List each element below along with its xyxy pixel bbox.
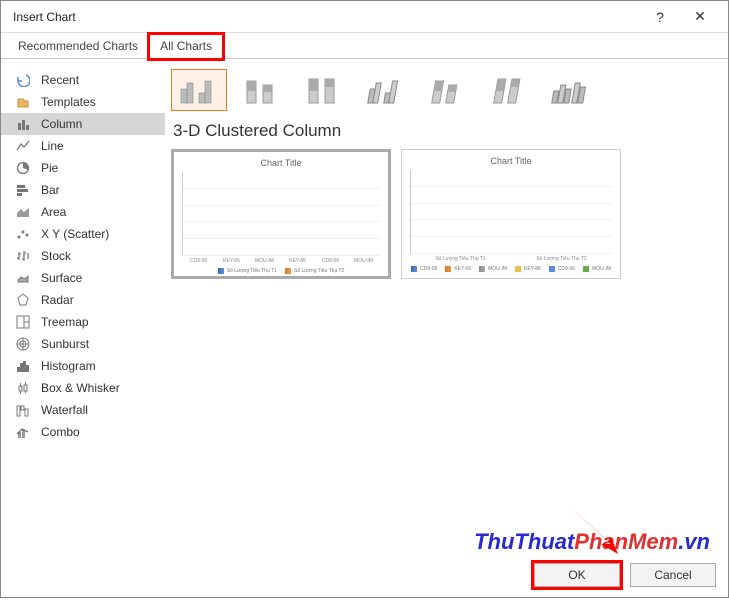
legend-label: CD9-06 [558,266,575,272]
sidebar-item-label: Box & Whisker [41,381,120,395]
sidebar-item-xy-scatter[interactable]: X Y (Scatter) [1,223,165,245]
sidebar-item-recent[interactable]: Recent [1,69,165,91]
radar-icon [15,292,31,308]
preview-1-legend: Số Lượng Tiêu Thụ T1 Số Lượng Tiêu Thụ T… [182,268,380,274]
sidebar-item-label: Histogram [41,359,96,373]
sidebar-item-label: Bar [41,183,60,197]
sidebar-item-radar[interactable]: Radar [1,289,165,311]
sidebar-item-label: Surface [41,271,82,285]
subtype-3d-100-stacked-column[interactable] [295,69,351,111]
chart-preview-2[interactable]: Chart Title Số Lượng Tiêu Thụ T1 Số Lượn… [401,149,621,279]
legend-label: KEY-86 [524,266,541,272]
recent-icon [15,72,31,88]
preview-2-legend: CD9-06 KEY-06 MOU-IM KEY-86 CD9-06 MOU-I… [410,266,612,272]
subtype-name: 3-D Clustered Column [173,121,714,141]
sidebar-item-label: Stock [41,249,71,263]
titlebar: Insert Chart ? ✕ [1,1,728,33]
sidebar-item-templates[interactable]: Templates [1,91,165,113]
legend-label: KEY-06 [454,266,471,272]
sidebar-item-treemap[interactable]: Treemap [1,311,165,333]
area-icon [15,204,31,220]
ok-button[interactable]: OK [534,563,620,587]
tab-recommended-charts[interactable]: Recommended Charts [7,34,149,59]
dialog-title: Insert Chart [13,10,640,24]
preview-1-chart [182,172,380,256]
stock-icon [15,248,31,264]
sidebar-item-label: Combo [41,425,80,439]
legend-label: Số Lượng Tiêu Thụ T1 [227,268,277,274]
sidebar-item-label: Area [41,205,66,219]
combo-icon [15,424,31,440]
sidebar-item-waterfall[interactable]: Waterfall [1,399,165,421]
surface-icon [15,270,31,286]
legend-label: MOU-IM [488,266,507,272]
templates-icon [15,94,31,110]
line-icon [15,138,31,154]
tab-strip: Recommended Charts All Charts [1,33,728,59]
preview-2-title: Chart Title [410,156,612,166]
close-button[interactable]: ✕ [680,3,720,31]
x-label: Số Lượng Tiêu Thụ T2 [511,256,612,262]
cancel-button[interactable]: Cancel [630,563,716,587]
sidebar-item-surface[interactable]: Surface [1,267,165,289]
waterfall-icon [15,402,31,418]
sidebar-item-box-whisker[interactable]: Box & Whisker [1,377,165,399]
sunburst-icon [15,336,31,352]
x-label: Số Lượng Tiêu Thụ T1 [410,256,511,262]
sidebar-item-label: Sunburst [41,337,89,351]
sidebar-item-label: Treemap [41,315,89,329]
sidebar-item-label: Waterfall [41,403,88,417]
sidebar-item-column[interactable]: Column [1,113,165,135]
sidebar-item-area[interactable]: Area [1,201,165,223]
preview-2-chart [410,170,612,254]
sidebar-item-label: Recent [41,73,79,87]
column-subtype-row [171,69,714,111]
sidebar-item-combo[interactable]: Combo [1,421,165,443]
dialog-footer: OK Cancel [534,563,716,587]
subtype-3d-column[interactable] [543,69,599,111]
subtype-3d-stacked-column-alt[interactable] [419,69,475,111]
treemap-icon [15,314,31,330]
subtype-3d-100-stacked-alt[interactable] [481,69,537,111]
column-icon [15,116,31,132]
chart-previews: Chart Title CD9-06KEY-06MOU-IMKEY-86CD9-… [171,149,714,279]
subtype-3d-stacked-column[interactable] [233,69,289,111]
preview-1-title: Chart Title [182,158,380,168]
subtype-3d-clustered-column-alt[interactable] [357,69,413,111]
sidebar-item-bar[interactable]: Bar [1,179,165,201]
legend-label: CD9-06 [420,266,437,272]
tab-all-charts[interactable]: All Charts [149,34,223,59]
sidebar-item-label: X Y (Scatter) [41,227,109,241]
scatter-icon [15,226,31,242]
sidebar-item-label: Column [41,117,82,131]
histogram-icon [15,358,31,374]
help-button[interactable]: ? [640,3,680,31]
legend-label: MOU-IM [592,266,611,272]
sidebar-item-sunburst[interactable]: Sunburst [1,333,165,355]
sidebar-item-label: Line [41,139,64,153]
subtype-3d-clustered-column[interactable] [171,69,227,111]
sidebar-item-pie[interactable]: Pie [1,157,165,179]
chart-content-area: 3-D Clustered Column Chart Title CD9-06K… [165,59,728,553]
legend-label: Số Lượng Tiêu Thụ T2 [294,268,344,274]
box-whisker-icon [15,380,31,396]
preview-2-xlabels: Số Lượng Tiêu Thụ T1 Số Lượng Tiêu Thụ T… [410,256,612,262]
chart-category-sidebar: Recent Templates Column Line Pie Bar [1,59,165,553]
sidebar-item-stock[interactable]: Stock [1,245,165,267]
sidebar-item-line[interactable]: Line [1,135,165,157]
bar-icon [15,182,31,198]
chart-preview-1[interactable]: Chart Title CD9-06KEY-06MOU-IMKEY-86CD9-… [171,149,391,279]
sidebar-item-label: Templates [41,95,96,109]
sidebar-item-histogram[interactable]: Histogram [1,355,165,377]
annotation-arrow [556,499,626,559]
pie-icon [15,160,31,176]
insert-chart-dialog: Insert Chart ? ✕ Recommended Charts All … [0,0,729,598]
sidebar-item-label: Radar [41,293,74,307]
preview-1-xlabels: CD9-06KEY-06MOU-IMKEY-86CD9-06MOU-IM [182,258,380,264]
sidebar-item-label: Pie [41,161,58,175]
